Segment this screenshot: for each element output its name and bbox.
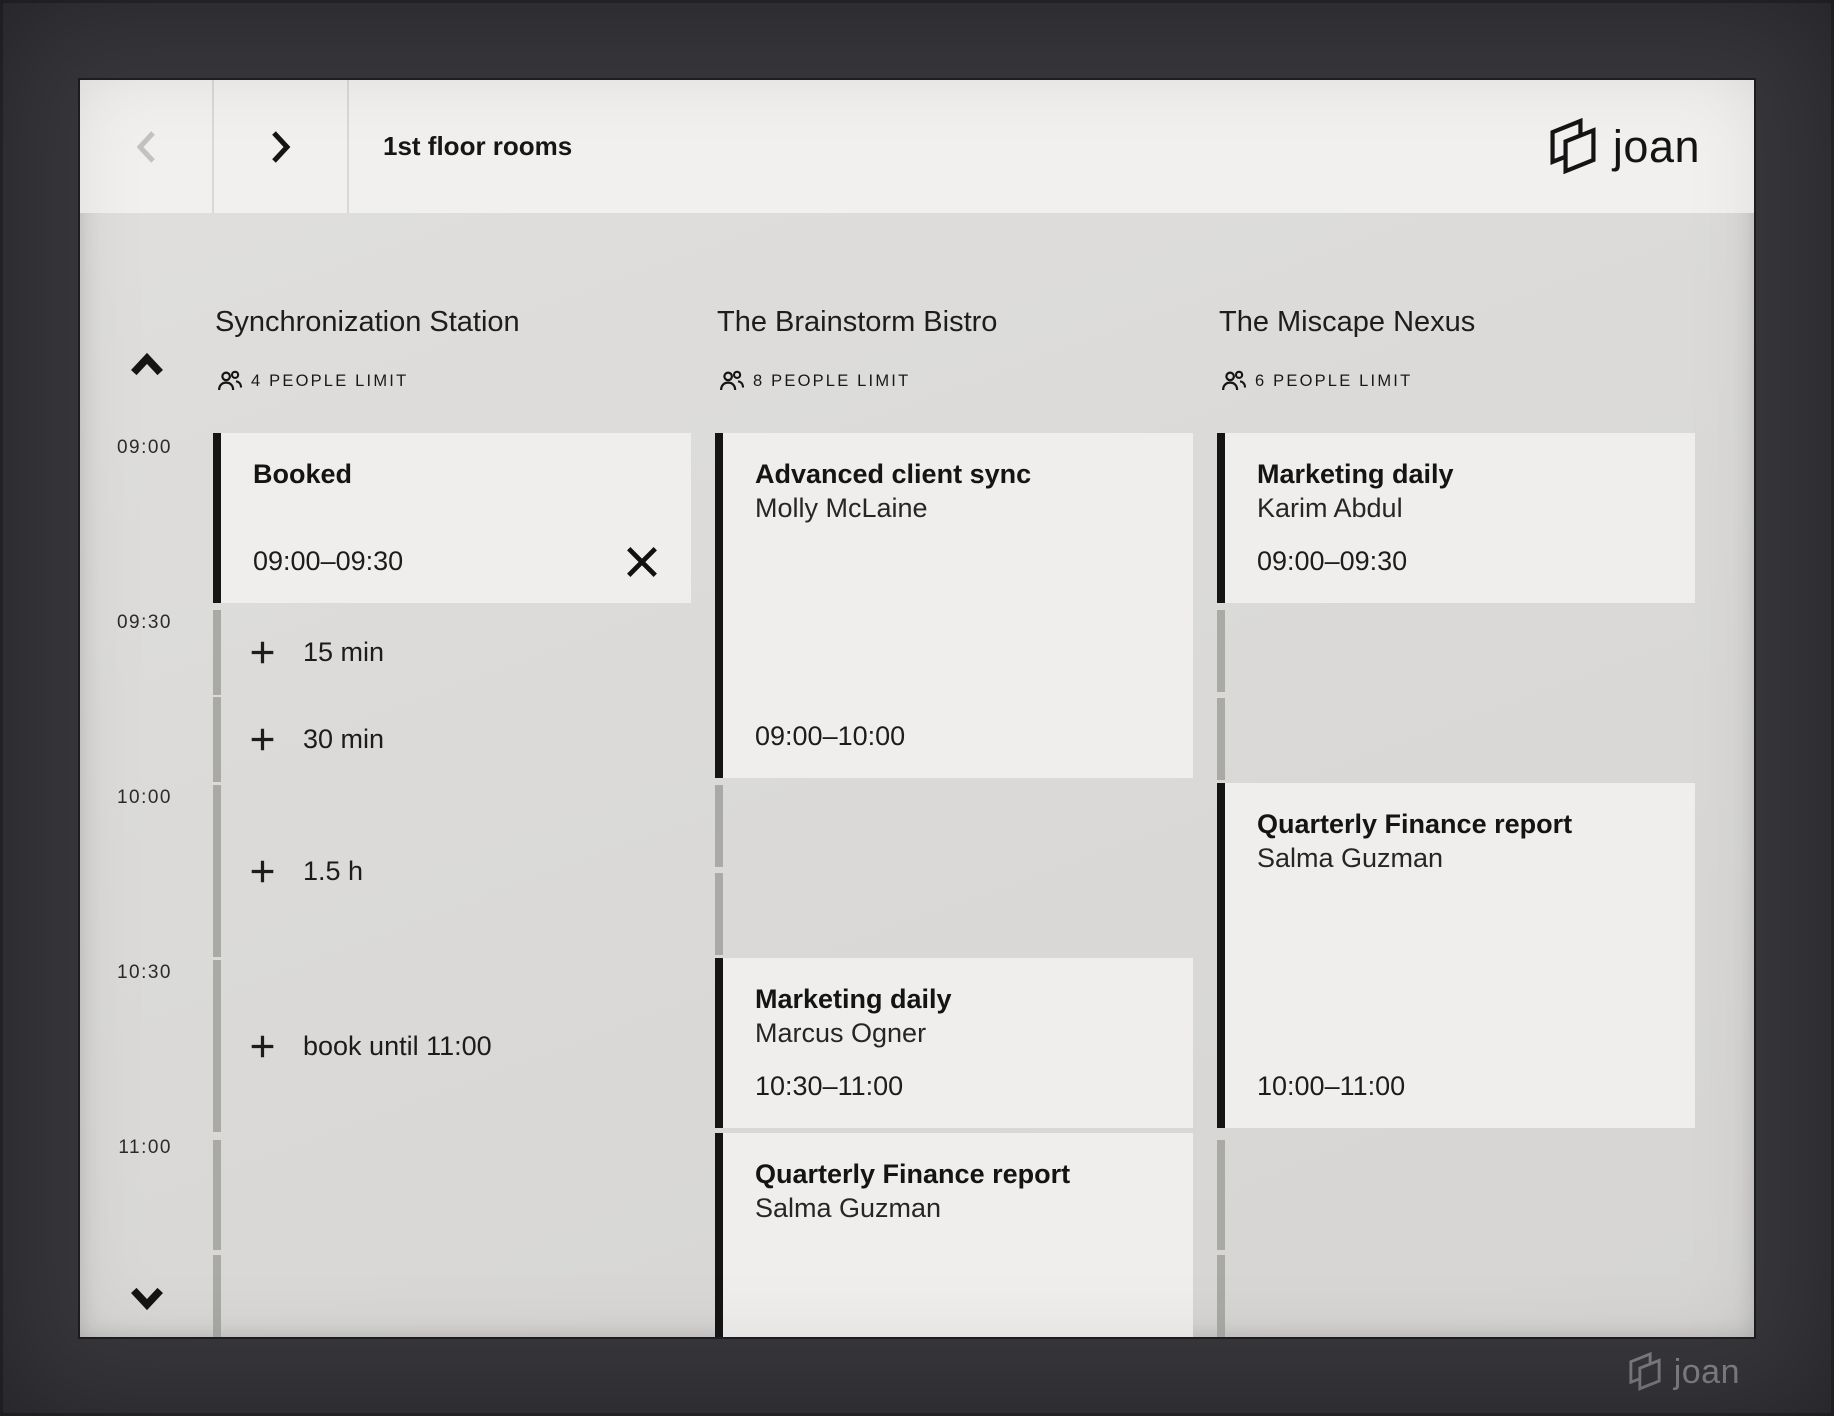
quick-book-until-1100[interactable]: book until 11:00 (213, 960, 691, 1132)
event-time: 09:00–09:30 (1257, 546, 1407, 577)
bezel-joan-logo-icon (1627, 1351, 1663, 1393)
plus-icon (249, 726, 276, 753)
room-name: Synchronization Station (215, 306, 520, 339)
scroll-up-button[interactable] (130, 352, 164, 378)
event-organizer: Karim Abdul (1257, 491, 1669, 525)
room-people-limit-label: 8 PEOPLE LIMIT (753, 372, 910, 391)
room-people-limit-label: 6 PEOPLE LIMIT (1255, 372, 1412, 391)
room-people-limit: 6 PEOPLE LIMIT (1221, 370, 1412, 392)
free-slot (715, 873, 1193, 955)
quick-book-90min[interactable]: 1.5 h (213, 785, 691, 957)
event-card-booked: Booked 09:00–09:30 (213, 433, 691, 603)
joan-logo-icon (1547, 117, 1599, 177)
event-title: Advanced client sync (755, 457, 1167, 491)
event-title: Marketing daily (1257, 457, 1669, 491)
event-time: 10:30–11:00 (755, 1071, 903, 1102)
room-name: The Brainstorm Bistro (717, 306, 997, 339)
free-slot (1217, 1255, 1695, 1337)
event-card: Quarterly Finance report Salma Guzman (715, 1133, 1193, 1337)
cancel-booking-button[interactable] (623, 543, 661, 581)
event-title: Quarterly Finance report (1257, 807, 1669, 841)
time-label: 09:00 (80, 437, 172, 459)
back-button[interactable] (80, 80, 212, 213)
chevron-right-icon (268, 129, 294, 165)
page-title: 1st floor rooms (383, 80, 572, 213)
bezel-joan-logo: joan (1627, 1343, 1740, 1401)
quick-book-label: 1.5 h (303, 856, 363, 887)
event-card: Marketing daily Karim Abdul 09:00–09:30 (1217, 433, 1695, 603)
event-card: Quarterly Finance report Salma Guzman 10… (1217, 783, 1695, 1128)
event-card: Advanced client sync Molly McLaine 09:00… (715, 433, 1193, 778)
plus-icon (249, 639, 276, 666)
time-label: 10:30 (80, 962, 172, 984)
event-title: Marketing daily (755, 982, 1167, 1016)
joan-logo: joan (1547, 80, 1700, 213)
people-icon (1221, 370, 1246, 392)
header-bar: 1st floor rooms joan (80, 80, 1754, 213)
time-label: 09:30 (80, 612, 172, 634)
event-organizer: Marcus Ogner (755, 1016, 1167, 1050)
event-time: 09:00–10:00 (755, 721, 905, 752)
free-slot (1217, 698, 1695, 780)
room-people-limit-label: 4 PEOPLE LIMIT (251, 372, 408, 391)
quick-book-label: 15 min (303, 637, 384, 668)
plus-icon (249, 1033, 276, 1060)
event-organizer: Salma Guzman (755, 1191, 1167, 1225)
quick-book-label: 30 min (303, 724, 384, 755)
bezel-joan-logo-text: joan (1674, 1353, 1740, 1392)
scroll-down-button[interactable] (130, 1285, 164, 1311)
free-slot (213, 1140, 691, 1250)
event-title: Booked (253, 457, 665, 491)
joan-device: 1st floor rooms joan 09:00 09:30 10:00 1… (0, 0, 1834, 1416)
room-people-limit: 4 PEOPLE LIMIT (217, 370, 408, 392)
joan-logo-text: joan (1613, 121, 1700, 173)
event-organizer: Molly McLaine (755, 491, 1167, 525)
room-people-limit: 8 PEOPLE LIMIT (719, 370, 910, 392)
event-organizer: Salma Guzman (1257, 841, 1669, 875)
people-icon (217, 370, 242, 392)
eink-screen: 1st floor rooms joan 09:00 09:30 10:00 1… (80, 80, 1754, 1337)
close-icon (624, 544, 660, 580)
quick-book-label: book until 11:00 (303, 1031, 492, 1062)
free-slot (1217, 610, 1695, 692)
chevron-left-icon (133, 129, 159, 165)
plus-icon (249, 858, 276, 885)
forward-button[interactable] (214, 80, 347, 213)
chevron-down-icon (130, 1286, 164, 1310)
event-title: Quarterly Finance report (755, 1157, 1167, 1191)
time-label: 11:00 (80, 1137, 172, 1159)
event-time: 09:00–09:30 (253, 546, 403, 577)
people-icon (719, 370, 744, 392)
quick-book-15min[interactable]: 15 min (213, 610, 691, 695)
time-label: 10:00 (80, 787, 172, 809)
header-divider (347, 80, 349, 213)
free-slot (213, 1255, 691, 1337)
chevron-up-icon (130, 353, 164, 377)
quick-book-30min[interactable]: 30 min (213, 697, 691, 782)
free-slot (1217, 1140, 1695, 1250)
event-card: Marketing daily Marcus Ogner 10:30–11:00 (715, 958, 1193, 1128)
room-name: The Miscape Nexus (1219, 306, 1475, 339)
event-time: 10:00–11:00 (1257, 1071, 1405, 1102)
free-slot (715, 785, 1193, 867)
